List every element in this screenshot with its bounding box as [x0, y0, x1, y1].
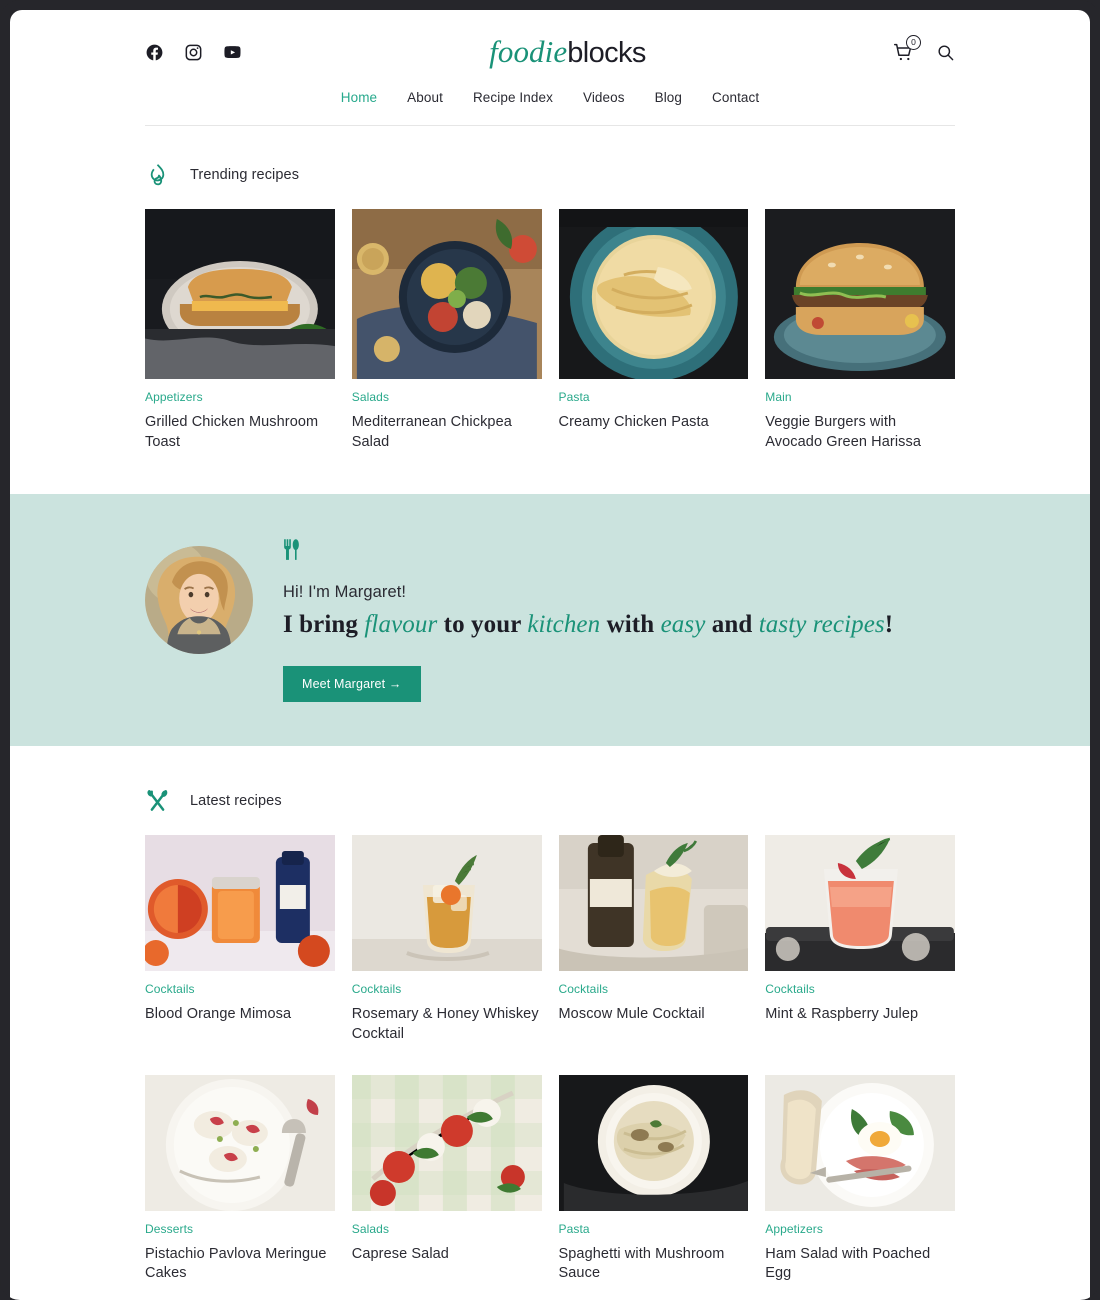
logo-secondary-text: blocks: [567, 37, 646, 69]
recipe-title[interactable]: Mediterranean Chickpea Salad: [352, 413, 542, 452]
recipe-category[interactable]: Salads: [352, 1222, 542, 1236]
recipe-card[interactable]: Cocktails Moscow Mule Cocktail: [558, 835, 749, 1044]
recipe-card[interactable]: Pasta Spaghetti with Mushroom Sauce: [558, 1074, 749, 1284]
site-logo[interactable]: foodieblocks: [489, 36, 646, 68]
headline-text: !: [884, 611, 894, 639]
recipe-card[interactable]: Cocktails Rosemary & Honey Whiskey Cockt…: [351, 835, 542, 1044]
headline-text: to your: [437, 611, 528, 639]
headline-text: I bring: [283, 611, 365, 639]
trending-section-title: Trending recipes: [190, 166, 300, 183]
nav-item-home[interactable]: Home: [341, 90, 377, 105]
recipe-category[interactable]: Pasta: [559, 390, 749, 404]
trending-recipe-grid: Appetizers Grilled Chicken Mushroom Toas…: [145, 209, 955, 452]
facebook-icon[interactable]: [145, 43, 164, 62]
flame-icon: [145, 162, 170, 187]
browser-frame: foodieblocks 0 Home About Recipe Index V…: [0, 0, 1100, 1300]
latest-section-title: Latest recipes: [190, 792, 282, 809]
recipe-title[interactable]: Rosemary & Honey Whiskey Cocktail: [352, 1005, 542, 1044]
recipe-thumbnail-rosemary-honey-whiskey: [351, 835, 542, 972]
fork-spoon-icon: [145, 788, 170, 813]
recipe-category[interactable]: Main: [765, 390, 955, 404]
recipe-title[interactable]: Ham Salad with Poached Egg: [765, 1245, 955, 1284]
author-avatar: [145, 546, 253, 655]
logo-primary-text: foodie: [489, 34, 568, 69]
recipe-category[interactable]: Cocktails: [145, 982, 335, 996]
recipe-card[interactable]: Salads Caprese Salad: [351, 1074, 542, 1284]
headline-highlight: tasty recipes: [758, 611, 885, 639]
latest-recipe-grid: Cocktails Blood Orange Mimosa Cocktails …: [145, 835, 955, 1283]
recipe-thumbnail-ham-salad-poached-egg: [765, 1074, 955, 1211]
recipe-thumbnail-mediterranean-chickpea-salad: [351, 209, 542, 379]
recipe-category[interactable]: Desserts: [145, 1222, 335, 1236]
nav-item-about[interactable]: About: [407, 90, 443, 105]
recipe-card[interactable]: Appetizers Grilled Chicken Mushroom Toas…: [145, 209, 335, 452]
recipe-thumbnail-moscow-mule: [558, 835, 749, 972]
recipe-thumbnail-veggie-burgers: [765, 209, 955, 379]
headline-text: with: [600, 611, 661, 639]
recipe-title[interactable]: Pistachio Pavlova Meringue Cakes: [145, 1245, 335, 1284]
instagram-icon[interactable]: [184, 43, 203, 62]
headline-text: and: [705, 611, 759, 639]
header-top-bar: foodieblocks 0: [145, 28, 955, 76]
cart-icon[interactable]: 0: [893, 34, 921, 63]
recipe-title[interactable]: Moscow Mule Cocktail: [559, 1005, 749, 1025]
recipe-card[interactable]: Desserts Pistachio Pavlova Meringue Cake…: [145, 1074, 335, 1284]
site-header: foodieblocks 0 Home About Recipe Index V…: [10, 10, 1090, 126]
social-links: [145, 43, 242, 62]
recipe-thumbnail-spaghetti-mushroom-sauce: [558, 1074, 749, 1211]
recipe-title[interactable]: Caprese Salad: [352, 1245, 542, 1265]
recipe-category[interactable]: Cocktails: [352, 982, 542, 996]
recipe-category[interactable]: Appetizers: [765, 1222, 955, 1236]
recipe-category[interactable]: Cocktails: [559, 982, 749, 996]
author-greeting: Hi! I'm Margaret!: [283, 583, 407, 602]
youtube-icon[interactable]: [223, 43, 242, 62]
headline-highlight: flavour: [364, 611, 438, 639]
recipe-category[interactable]: Salads: [352, 390, 542, 404]
recipe-title[interactable]: Mint & Raspberry Julep: [765, 1005, 955, 1025]
meet-margaret-button[interactable]: Meet Margaret →: [283, 666, 421, 703]
nav-item-contact[interactable]: Contact: [712, 90, 759, 105]
search-icon[interactable]: [936, 43, 955, 62]
recipe-card[interactable]: Cocktails Blood Orange Mimosa: [145, 835, 335, 1044]
recipe-thumbnail-blood-orange-mimosa: [145, 835, 335, 972]
trending-section-header: Trending recipes: [145, 126, 955, 209]
recipe-card[interactable]: Main Veggie Burgers with Avocado Green H…: [765, 209, 955, 452]
latest-recipes-section: Latest recipes Cocktails Blood Orange Mi…: [10, 746, 1090, 1283]
author-intro-banner: Hi! I'm Margaret! I bring flavour to you…: [10, 494, 1090, 747]
nav-item-recipe-index[interactable]: Recipe Index: [473, 90, 553, 105]
headline-highlight: easy: [660, 611, 706, 639]
page-canvas: foodieblocks 0 Home About Recipe Index V…: [10, 10, 1090, 1300]
recipe-title[interactable]: Creamy Chicken Pasta: [559, 413, 749, 433]
cutlery-icon: [283, 538, 300, 561]
recipe-thumbnail-creamy-chicken-pasta: [558, 209, 749, 379]
recipe-title[interactable]: Spaghetti with Mushroom Sauce: [559, 1245, 749, 1284]
recipe-thumbnail-caprese-salad: [351, 1074, 542, 1211]
recipe-category[interactable]: Cocktails: [765, 982, 955, 996]
author-headline: I bring flavour to your kitchen with eas…: [283, 609, 893, 640]
recipe-category[interactable]: Appetizers: [145, 390, 335, 404]
recipe-title[interactable]: Blood Orange Mimosa: [145, 1005, 335, 1025]
recipe-thumbnail-mint-raspberry-julep: [765, 835, 955, 972]
recipe-category[interactable]: Pasta: [559, 1222, 749, 1236]
latest-section-header: Latest recipes: [145, 746, 955, 835]
recipe-thumbnail-grilled-chicken-mushroom-toast: [145, 209, 335, 379]
headline-highlight: kitchen: [527, 611, 601, 639]
recipe-card[interactable]: Appetizers Ham Salad with Poached Egg: [765, 1074, 955, 1284]
recipe-title[interactable]: Grilled Chicken Mushroom Toast: [145, 413, 335, 452]
recipe-card[interactable]: Salads Mediterranean Chickpea Salad: [351, 209, 542, 452]
trending-recipes-section: Trending recipes Appetizers Grilled Chic…: [10, 126, 1090, 452]
recipe-card[interactable]: Cocktails Mint & Raspberry Julep: [765, 835, 955, 1044]
main-navigation: Home About Recipe Index Videos Blog Cont…: [145, 76, 955, 125]
header-actions: 0: [893, 34, 955, 63]
nav-item-blog[interactable]: Blog: [655, 90, 682, 105]
cart-count-badge: 0: [905, 34, 921, 50]
recipe-title[interactable]: Veggie Burgers with Avocado Green Hariss…: [765, 413, 955, 452]
nav-item-videos[interactable]: Videos: [583, 90, 625, 105]
recipe-thumbnail-pistachio-pavlova: [145, 1074, 335, 1211]
recipe-card[interactable]: Pasta Creamy Chicken Pasta: [558, 209, 749, 452]
